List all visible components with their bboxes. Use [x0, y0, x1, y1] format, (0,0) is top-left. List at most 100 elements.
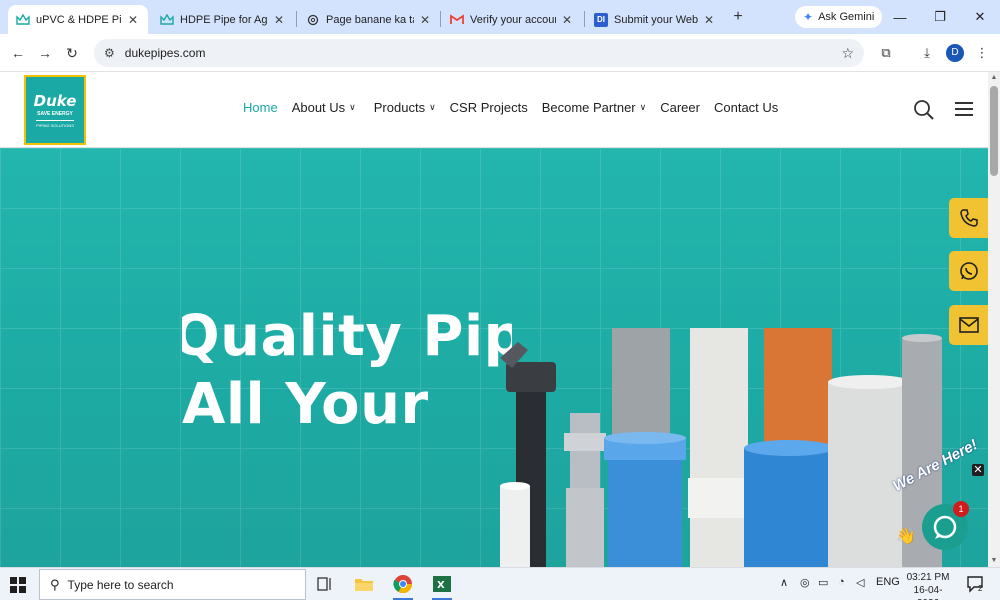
close-tab-icon[interactable]: ✕: [560, 13, 574, 27]
close-tab-icon[interactable]: ✕: [126, 13, 140, 27]
di-icon: DI: [594, 12, 608, 27]
tab-separator: [584, 11, 585, 27]
logo-brand: Duke: [33, 91, 77, 110]
ask-gemini-button[interactable]: ✦ Ask Gemini: [795, 6, 883, 28]
nav-become-partner[interactable]: Become Partner ∨: [542, 100, 647, 115]
hamburger-menu-icon[interactable]: [955, 102, 973, 116]
tab-title: Verify your account v: [470, 13, 556, 26]
search-icon[interactable]: [913, 99, 935, 121]
scrollbar-thumb[interactable]: [990, 86, 998, 176]
windows-taskbar: ⚲ Type here to search X ∧ ◎ ▭ ◔ ◁ ENG 03…: [0, 567, 1000, 600]
minimize-icon[interactable]: —: [880, 0, 920, 34]
meet-now-icon[interactable]: ◎: [800, 576, 810, 589]
hero-line-2: All Your: [182, 372, 429, 437]
nav-label: Contact Us: [713, 100, 779, 115]
nav-about-us[interactable]: About Us ∨: [292, 100, 356, 115]
tab-page-banane[interactable]: Page banane ka tare ✕: [298, 5, 440, 34]
notification-count: 2: [978, 584, 983, 593]
tab-title: uPVC & HDPE Pipe M: [36, 13, 122, 26]
duke-crown-icon: [16, 13, 30, 27]
taskbar-search-box[interactable]: ⚲ Type here to search: [39, 569, 306, 600]
reload-icon[interactable]: ↻: [62, 43, 82, 63]
tab-submit-website[interactable]: DI Submit your Website ✕: [586, 5, 724, 34]
mail-icon: [958, 317, 979, 333]
language-indicator[interactable]: ENG: [876, 576, 900, 588]
chrome-icon[interactable]: [391, 572, 415, 600]
forward-arrow-icon[interactable]: →: [35, 43, 55, 63]
ask-gemini-label: Ask Gemini: [818, 11, 875, 23]
tab-dukepipes-home[interactable]: uPVC & HDPE Pipe M ✕: [8, 5, 148, 34]
download-icon[interactable]: ⤓: [917, 43, 937, 63]
browser-toolbar: ← → ↻ ⚙ dukepipes.com ☆ ⧉ ⤓ D ⋮: [0, 34, 1000, 72]
gmail-icon: [450, 13, 464, 27]
openai-icon: [306, 13, 320, 27]
main-nav: Home About Us ∨ Products ∨ CSR Projects …: [243, 100, 792, 115]
page-scrollbar[interactable]: ▲ ▼: [988, 72, 1000, 567]
nav-label: Home: [243, 100, 278, 115]
battery-icon[interactable]: ▭: [818, 576, 828, 589]
duke-crown-icon: [160, 13, 174, 27]
chevron-down-icon: ∨: [639, 102, 647, 112]
call-button[interactable]: [949, 198, 988, 238]
site-settings-icon[interactable]: ⚙: [104, 46, 115, 60]
hero-headline: Quality Pipes All Your: [182, 303, 512, 439]
tab-search-icon[interactable]: ⧉: [876, 43, 896, 63]
site-header: Duke SAVE ENERGY PIPING SOLUTIONS Home A…: [0, 72, 988, 148]
waving-hand-icon: 👋: [896, 528, 916, 545]
hero-banner: Quality Pipes All Your: [0, 148, 988, 567]
nav-label: Products: [373, 100, 426, 115]
show-hidden-icons[interactable]: ∧: [780, 576, 788, 589]
window-controls: — ❐ ✕: [880, 0, 1000, 34]
chevron-down-icon: ∨: [349, 102, 356, 112]
close-tab-icon[interactable]: ✕: [418, 13, 432, 27]
email-button[interactable]: [949, 305, 988, 345]
address-bar[interactable]: ⚙ dukepipes.com ☆: [94, 39, 864, 67]
nav-contact-us[interactable]: Contact Us: [714, 100, 778, 115]
file-explorer-icon[interactable]: [352, 572, 376, 596]
logo-subtag: PIPING SOLUTIONS: [36, 119, 74, 128]
chevron-down-icon: ∨: [429, 102, 436, 112]
tab-verify-account[interactable]: Verify your account v ✕: [442, 5, 582, 34]
tab-separator: [440, 11, 441, 27]
nav-label: Career: [660, 100, 700, 115]
nav-label: About Us: [291, 100, 346, 115]
wifi-icon[interactable]: ◔: [838, 576, 845, 588]
more-menu-icon[interactable]: ⋮: [972, 43, 992, 63]
scroll-up-icon[interactable]: ▲: [988, 72, 1000, 84]
tab-separator: [296, 11, 297, 27]
tab-title: Page banane ka tare: [326, 13, 414, 26]
new-tab-button[interactable]: +: [729, 8, 747, 26]
nav-label: Become Partner: [541, 100, 636, 115]
back-arrow-icon[interactable]: ←: [8, 43, 28, 63]
tab-title: Submit your Website: [614, 13, 698, 26]
windows-start-icon[interactable]: [10, 577, 26, 593]
restore-icon[interactable]: ❐: [920, 0, 960, 34]
chat-unread-badge: 1: [953, 501, 969, 517]
nav-csr-projects[interactable]: CSR Projects: [450, 100, 528, 115]
profile-avatar[interactable]: D: [946, 44, 964, 62]
close-window-icon[interactable]: ✕: [960, 0, 1000, 34]
task-view-icon[interactable]: [313, 572, 337, 596]
browser-tab-strip: uPVC & HDPE Pipe M ✕ HDPE Pipe for Agric…: [0, 0, 1000, 34]
system-clock[interactable]: 03:21 PM 16-04-2026: [903, 571, 953, 600]
volume-icon[interactable]: ◁: [856, 576, 864, 589]
phone-icon: [959, 209, 978, 227]
gemini-sparkle-icon: ✦: [803, 10, 814, 24]
whatsapp-button[interactable]: [949, 251, 988, 291]
close-tab-icon[interactable]: ✕: [702, 13, 716, 27]
tab-hdpe-agriculture[interactable]: HDPE Pipe for Agricu ✕: [152, 5, 294, 34]
nav-home[interactable]: Home: [243, 100, 278, 115]
address-url: dukepipes.com: [124, 46, 206, 60]
duke-logo[interactable]: Duke SAVE ENERGY PIPING SOLUTIONS: [24, 75, 86, 145]
nav-products[interactable]: Products ∨: [374, 100, 436, 115]
search-icon: ⚲: [50, 576, 60, 592]
logo-tagline: SAVE ENERGY: [37, 110, 73, 117]
clock-time: 03:21 PM: [906, 572, 950, 583]
scroll-down-icon[interactable]: ▼: [988, 555, 1000, 567]
excel-icon[interactable]: X: [430, 572, 454, 600]
close-chat-icon[interactable]: ✕: [972, 464, 984, 476]
close-tab-icon[interactable]: ✕: [272, 13, 286, 27]
nav-career[interactable]: Career: [660, 100, 700, 115]
bookmark-star-icon[interactable]: ☆: [841, 45, 854, 62]
tab-title: HDPE Pipe for Agricu: [180, 13, 268, 26]
